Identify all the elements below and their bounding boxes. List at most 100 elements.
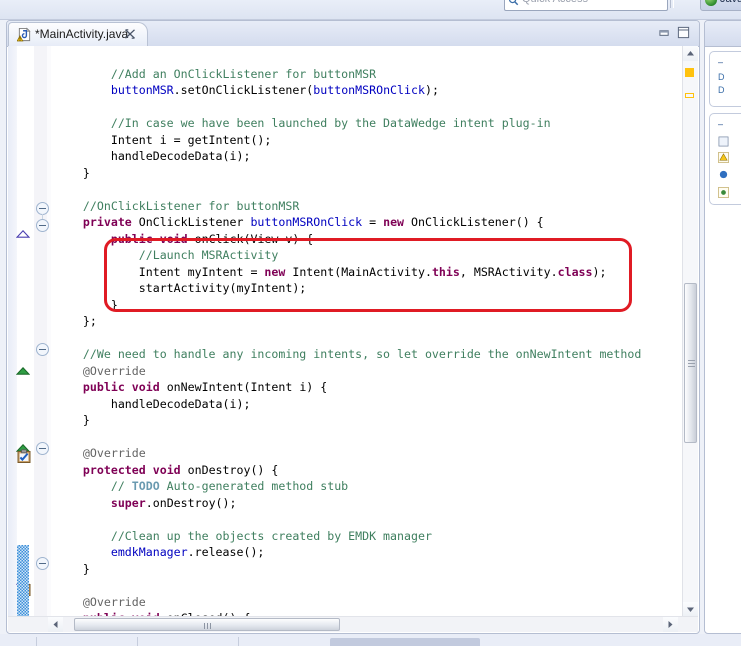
code-token: onDestroy() {	[181, 463, 279, 477]
vertical-scrollbar[interactable]	[682, 46, 698, 617]
editor-tab-label: *MainActivity.java	[35, 27, 128, 41]
code-token	[146, 463, 153, 477]
perspective-java-label: Java	[720, 0, 741, 5]
code-line: handleDecodeData(i);	[55, 396, 641, 413]
code-token: }	[55, 413, 90, 427]
code-line	[55, 429, 641, 446]
fold-collapse-onnewintent[interactable]	[36, 343, 49, 356]
outline-group-collapse-icon[interactable]: –	[718, 57, 723, 67]
outline-group-2[interactable]: –	[709, 113, 741, 205]
code-token: Intent i = getIntent();	[55, 133, 271, 147]
outline-view-tabbar[interactable]	[705, 21, 741, 47]
code-token: //Add an OnClickListener for buttonMSR	[55, 67, 376, 81]
fold-collapse-onclosed[interactable]	[36, 557, 49, 570]
code-token: }	[55, 166, 90, 180]
overview-marker-warning-second[interactable]	[685, 93, 694, 98]
close-icon[interactable]	[124, 28, 136, 40]
task-marker-ondestroy[interactable]	[17, 449, 31, 463]
minimize-icon[interactable]	[658, 28, 671, 39]
implements-method-marker[interactable]	[16, 225, 30, 233]
bottom-tab-selected[interactable]	[330, 638, 480, 646]
code-token: =	[362, 215, 383, 229]
code-line: }	[55, 561, 641, 578]
code-line	[55, 330, 641, 347]
code-token: protected	[55, 463, 146, 477]
code-token: //We need to handle any incoming intents…	[55, 347, 641, 361]
annotation-ruler[interactable]	[8, 46, 35, 632]
chevron-up-icon	[683, 46, 698, 61]
folding-ruler-shade	[34, 46, 47, 632]
code-token: private	[55, 215, 132, 229]
bottom-tab-divider	[137, 637, 138, 646]
code-line: emdkManager.release();	[55, 544, 641, 561]
scroll-right-button[interactable]	[663, 617, 678, 632]
code-token: .setOnClickListener(	[174, 83, 314, 97]
code-editing-area[interactable]: //Add an OnClickListener for buttonMSR b…	[51, 46, 683, 617]
code-token: Auto-generated method stub	[160, 479, 348, 493]
code-line: // TODO Auto-generated method stub	[55, 478, 641, 495]
code-line	[55, 99, 641, 116]
code-token: };	[55, 314, 97, 328]
code-token: void	[160, 232, 188, 246]
bottom-tab-divider	[238, 637, 239, 646]
code-line: super.onDestroy();	[55, 495, 641, 512]
code-line: //OnClickListener for buttonMSR	[55, 198, 641, 215]
scroll-down-button[interactable]	[683, 602, 698, 617]
code-token: new	[264, 265, 285, 279]
toolbar-separator	[670, 0, 671, 8]
folding-ruler[interactable]	[34, 46, 52, 632]
outline-item-1[interactable]: D	[718, 72, 725, 82]
method-icon	[718, 169, 729, 180]
eclipse-ide-window: Quick Access Java *MainActivity.java	[0, 0, 741, 646]
code-token: //	[55, 479, 132, 493]
fold-collapse-ondestroy[interactable]	[36, 442, 49, 455]
overview-marker-warning-top[interactable]	[685, 68, 694, 77]
code-line	[55, 181, 641, 198]
outline-group-1[interactable]: – D D	[709, 51, 741, 107]
scroll-thumb-grip	[688, 363, 695, 364]
perspective-java-button[interactable]: Java	[700, 0, 741, 11]
source-code-text: //Add an OnClickListener for buttonMSR b…	[55, 49, 641, 617]
code-token: buttonMSROnClick	[250, 215, 362, 229]
code-token: //Launch MSRActivity	[55, 248, 278, 262]
code-token: OnClickListener	[132, 215, 251, 229]
code-line: //We need to handle any incoming intents…	[55, 346, 641, 363]
quick-access-search-box[interactable]: Quick Access	[504, 0, 668, 11]
outline-group-collapse-icon-2[interactable]: –	[718, 119, 723, 129]
code-token: OnClickListener() {	[404, 215, 544, 229]
vertical-scroll-thumb[interactable]	[684, 283, 697, 443]
code-token: //Clean up the objects created by EMDK m…	[55, 529, 432, 543]
code-line: buttonMSR.setOnClickListener(buttonMSROn…	[55, 82, 641, 99]
code-line: //Clean up the objects created by EMDK m…	[55, 528, 641, 545]
scroll-thumb-grip	[210, 623, 211, 629]
code-token: buttonMSR	[55, 83, 174, 97]
editor-tab-mainactivity[interactable]: *MainActivity.java	[8, 22, 148, 46]
code-line	[55, 577, 641, 594]
java-perspective-icon	[705, 0, 717, 6]
quick-access-placeholder: Quick Access	[522, 0, 588, 5]
code-token: void	[132, 380, 160, 394]
code-line: @Override	[55, 445, 641, 462]
override-method-marker-ondestroy[interactable]	[16, 439, 30, 447]
scroll-left-button[interactable]	[48, 617, 63, 632]
override-method-marker-onnewintent[interactable]	[16, 362, 30, 370]
scroll-up-button[interactable]	[683, 46, 698, 61]
horizontal-scrollbar[interactable]	[8, 616, 698, 632]
fold-collapse-onclick-method[interactable]	[36, 219, 49, 232]
maximize-icon[interactable]	[677, 26, 690, 39]
chevron-right-icon	[663, 617, 678, 632]
code-line: };	[55, 313, 641, 330]
code-token: //In case we have been launched by the D…	[55, 116, 551, 130]
bottom-tab-divider	[36, 637, 37, 646]
code-token: new	[383, 215, 404, 229]
code-token: .release();	[188, 545, 265, 559]
java-file-warning-icon	[17, 27, 32, 42]
code-token: onClick(View v) {	[188, 232, 314, 246]
code-token: .onDestroy();	[146, 496, 237, 510]
scroll-thumb-grip	[204, 623, 205, 629]
outline-item-2[interactable]: D	[718, 85, 725, 95]
code-line	[55, 511, 641, 528]
editor-tab-bar: *MainActivity.java	[7, 21, 699, 47]
code-token: handleDecodeData(i);	[55, 149, 250, 163]
horizontal-scroll-thumb[interactable]	[74, 618, 340, 631]
